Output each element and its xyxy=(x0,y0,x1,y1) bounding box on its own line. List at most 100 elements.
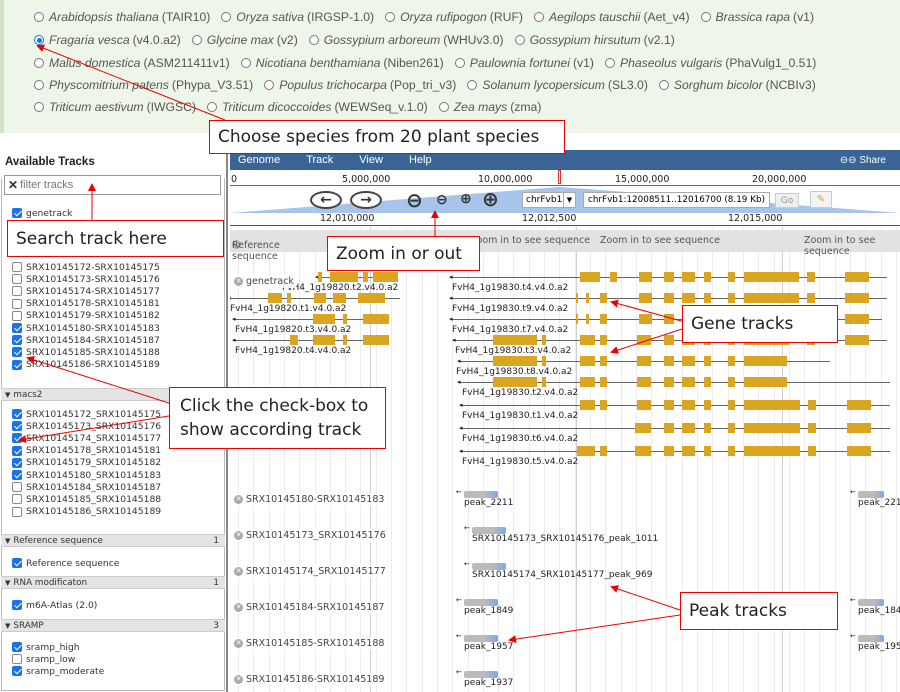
pan-left-button[interactable]: ← xyxy=(310,191,342,209)
gene-model[interactable]: ◂ xyxy=(232,314,389,324)
category-header-rna-modificaton[interactable]: ▼ RNA modificaton 1 xyxy=(1,576,225,589)
peak-feature[interactable] xyxy=(472,563,506,570)
location-input[interactable]: chrFvb1:12008511..12016700 (8.19 Kb) xyxy=(583,192,770,208)
track-checkbox[interactable] xyxy=(12,642,22,653)
track-checkbox[interactable] xyxy=(12,274,22,285)
species-radio[interactable] xyxy=(308,35,319,45)
pan-right-button[interactable]: → xyxy=(350,191,382,209)
peak-feature[interactable] xyxy=(464,491,498,498)
track-item[interactable]: SRX10145178-SRX10145181 xyxy=(1,298,225,310)
track-item[interactable]: SRX10145184_SRX10145187 xyxy=(1,481,225,493)
species-radio[interactable] xyxy=(34,58,44,68)
track-checkbox[interactable] xyxy=(12,506,22,517)
species-radio[interactable] xyxy=(454,58,465,68)
track-checkbox[interactable] xyxy=(12,654,22,665)
close-track-icon[interactable]: ✕ xyxy=(234,639,243,648)
track-checkbox[interactable] xyxy=(12,457,22,468)
track-checkbox[interactable] xyxy=(12,470,22,481)
menu-view[interactable]: View xyxy=(359,154,383,166)
species-radio[interactable] xyxy=(34,102,44,112)
track-item[interactable]: SRX10145186_SRX10145189 xyxy=(1,506,225,518)
track-checkbox[interactable] xyxy=(12,558,22,569)
species-option[interactable]: Arabidopsis thaliana (TAIR10) xyxy=(34,10,210,24)
peak-feature[interactable] xyxy=(858,491,884,498)
species-option[interactable]: Paulownia fortunei (v1) xyxy=(454,56,594,70)
category-header-reference-sequence[interactable]: ▼ Reference sequence 1 xyxy=(1,534,225,547)
track-item[interactable]: genetrack xyxy=(1,207,225,219)
track-item[interactable]: Reference sequence xyxy=(1,557,225,569)
menu-help[interactable]: Help xyxy=(409,154,432,166)
track-checkbox[interactable] xyxy=(12,482,22,493)
share-button[interactable]: ⊖⊖ Share xyxy=(840,155,886,166)
track-item[interactable]: SRX10145172-SRX10145175 xyxy=(1,261,225,273)
gene-model[interactable]: ◂ xyxy=(232,335,389,345)
species-radio[interactable] xyxy=(34,80,44,90)
track-item[interactable]: sramp_high xyxy=(1,641,225,653)
species-option[interactable]: Malus domestica (ASM211411v1) xyxy=(34,56,230,70)
peak-feature[interactable] xyxy=(464,671,498,678)
track-item[interactable]: sramp_low xyxy=(1,653,225,665)
track-checkbox[interactable] xyxy=(12,421,22,432)
menu-track[interactable]: Track xyxy=(306,154,333,166)
close-track-icon[interactable]: ✕ xyxy=(234,603,243,612)
close-track-icon[interactable]: ✕ xyxy=(234,495,243,504)
track-item[interactable]: SRX10145174-SRX10145177 xyxy=(1,285,225,297)
species-radio[interactable] xyxy=(34,35,44,45)
species-option[interactable]: Gossypium hirsutum (v2.1) xyxy=(514,33,675,47)
species-option[interactable]: Oryza sativa (IRGSP-1.0) xyxy=(221,10,374,24)
track-checkbox[interactable] xyxy=(12,323,22,334)
species-radio[interactable] xyxy=(221,12,232,22)
category-header-sramp[interactable]: ▼ SRAMP 3 xyxy=(1,619,225,632)
highlight-button[interactable]: ✎ xyxy=(810,191,832,208)
species-radio[interactable] xyxy=(385,12,396,22)
species-radio[interactable] xyxy=(191,35,202,45)
species-option[interactable]: Phaseolus vulgaris (PhaVulg1_0.51) xyxy=(604,56,816,70)
track-item[interactable]: SRX10145185_SRX10145188 xyxy=(1,493,225,505)
species-option[interactable]: Aegilops tauschii (Aet_v4) xyxy=(533,10,690,24)
species-option[interactable]: Fragaria vesca (v4.0.a2) xyxy=(34,33,181,47)
track-item[interactable]: SRX10145179_SRX10145182 xyxy=(1,457,225,469)
gene-model[interactable]: ◂ xyxy=(449,272,887,282)
gene-model[interactable]: ◂ xyxy=(457,356,830,366)
species-option[interactable]: Gossypium arboreum (WHUv3.0) xyxy=(308,33,504,47)
track-item[interactable]: sramp_moderate xyxy=(1,665,225,677)
close-track-icon[interactable]: ✕ xyxy=(234,277,243,286)
peak-feature[interactable] xyxy=(858,635,884,642)
species-option[interactable]: Solanum lycopersicum (SL3.0) xyxy=(467,78,648,92)
zoom-in-small-button[interactable]: ⊕ xyxy=(460,191,472,207)
peak-feature[interactable] xyxy=(464,635,498,642)
zoom-in-large-button[interactable]: ⊕ xyxy=(482,187,499,211)
species-option[interactable]: Oryza rufipogon (RUF) xyxy=(385,10,523,24)
species-option[interactable]: Triticum aestivum (IWGSC) xyxy=(34,100,196,114)
species-option[interactable]: Nicotiana benthamiana (Niben261) xyxy=(240,56,444,70)
track-checkbox[interactable] xyxy=(12,409,22,420)
track-checkbox[interactable] xyxy=(12,310,22,321)
menu-genome[interactable]: Genome xyxy=(238,154,280,166)
go-button[interactable]: Go xyxy=(775,193,799,208)
zoom-out-large-button[interactable]: ⊖ xyxy=(406,188,423,212)
track-checkbox[interactable] xyxy=(12,298,22,309)
track-checkbox[interactable] xyxy=(12,262,22,273)
species-option[interactable]: Populus trichocarpa (Pop_tri_v3) xyxy=(264,78,456,92)
track-checkbox[interactable] xyxy=(12,286,22,297)
species-radio[interactable] xyxy=(514,35,525,45)
track-item[interactable]: SRX10145184-SRX10145187 xyxy=(1,334,225,346)
species-radio[interactable] xyxy=(700,12,711,22)
species-radio[interactable] xyxy=(34,12,44,22)
track-checkbox[interactable] xyxy=(12,494,22,505)
species-radio[interactable] xyxy=(240,58,251,68)
track-checkbox[interactable] xyxy=(12,600,22,611)
gene-model[interactable]: ◂ xyxy=(459,446,890,456)
track-checkbox[interactable] xyxy=(12,433,22,444)
gene-model[interactable]: ◂ xyxy=(457,377,890,387)
species-option[interactable]: Glycine max (v2) xyxy=(191,33,298,47)
overview-location-marker[interactable] xyxy=(558,170,561,184)
track-checkbox[interactable] xyxy=(12,445,22,456)
species-radio[interactable] xyxy=(264,80,275,90)
species-radio[interactable] xyxy=(467,80,478,90)
track-checkbox[interactable] xyxy=(12,347,22,358)
zoom-out-small-button[interactable]: ⊖ xyxy=(436,192,448,208)
track-checkbox[interactable] xyxy=(12,666,22,677)
gene-model[interactable]: ◂ xyxy=(459,400,890,410)
species-radio[interactable] xyxy=(438,102,449,112)
